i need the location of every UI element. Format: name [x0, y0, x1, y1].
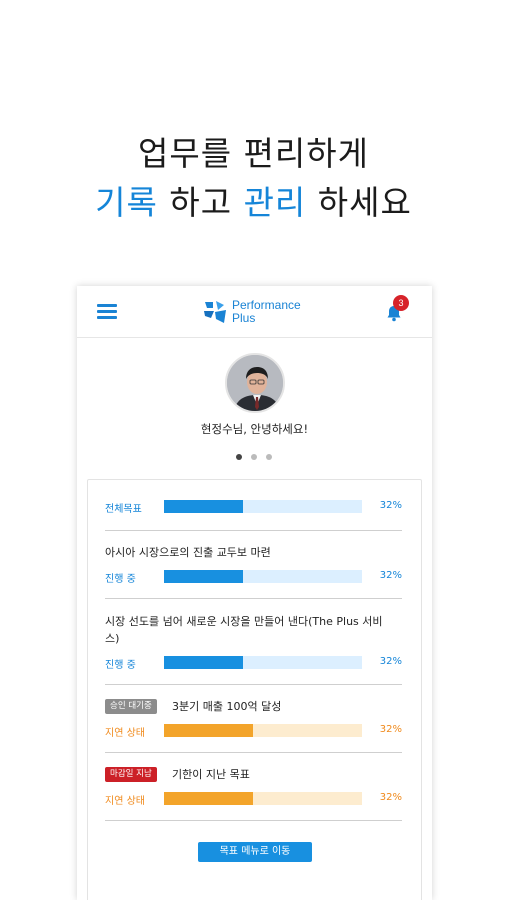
- overall-percent: 32%: [379, 500, 402, 511]
- overdue-badge: 마감일 지남: [105, 767, 157, 782]
- overall-progress-fill: [164, 500, 244, 513]
- goal-progress-bar: [164, 724, 362, 737]
- carousel-indicator: [234, 454, 274, 462]
- divider: [105, 684, 402, 685]
- app-bar: Performance Plus 3: [77, 286, 432, 338]
- app-logo[interactable]: Performance Plus: [202, 297, 312, 327]
- goal-title[interactable]: 아시아 시장으로의 진출 교두보 마련: [105, 544, 395, 561]
- goals-card: 전체목표 32% 아시아 시장으로의 진출 교두보 마련 진행 중 32% 시장…: [87, 479, 422, 900]
- carousel-dot-2[interactable]: [251, 454, 257, 460]
- headline-text-please: 하세요: [306, 183, 412, 222]
- goal-status: 진행 중: [105, 574, 136, 585]
- goal-percent: 32%: [379, 724, 402, 735]
- carousel-dot-3[interactable]: [266, 454, 272, 460]
- headline-accent-manage: 관리: [243, 183, 307, 222]
- goal-progress-fill: [164, 724, 254, 737]
- goal-status: 지연 상태: [105, 796, 145, 807]
- goal-percent: 32%: [379, 656, 402, 667]
- performance-plus-logo-icon: [204, 301, 226, 323]
- goal-percent: 32%: [379, 570, 402, 581]
- overall-goal-label: 전체목표: [105, 504, 142, 515]
- goal-progress-bar: [164, 570, 362, 583]
- headline-text-do: 하고: [157, 183, 244, 222]
- divider: [105, 752, 402, 753]
- goal-status: 지연 상태: [105, 728, 145, 739]
- avatar[interactable]: [225, 353, 285, 413]
- goal-status: 진행 중: [105, 660, 136, 671]
- notification-count-badge: 3: [393, 295, 409, 311]
- goal-progress-fill: [164, 656, 244, 669]
- carousel-dot-1[interactable]: [236, 454, 242, 460]
- divider: [105, 530, 402, 531]
- goal-title[interactable]: 기한이 지난 목표: [172, 766, 432, 783]
- logo-text-line2: Plus: [232, 310, 256, 325]
- overall-progress-bar: [164, 500, 362, 513]
- headline-line-2: 기록 하고 관리 하세요: [0, 176, 507, 224]
- divider: [105, 820, 402, 821]
- headline-line-1: 업무를 편리하게: [137, 134, 369, 173]
- goal-progress-bar: [164, 792, 362, 805]
- approval-pending-badge: 승인 대기중: [105, 699, 157, 714]
- goal-title[interactable]: 시장 선도를 넘어 새로운 시장을 만들어 낸다(The Plus 서비스): [105, 613, 395, 647]
- avatar-photo: [227, 355, 283, 411]
- headline-accent-record: 기록: [95, 183, 158, 222]
- go-to-goals-menu-button[interactable]: 목표 메뉴로 이동: [198, 842, 312, 862]
- goal-progress-fill: [164, 570, 244, 583]
- goal-percent: 32%: [379, 792, 402, 803]
- divider: [105, 598, 402, 599]
- hamburger-menu-icon[interactable]: [97, 304, 117, 319]
- logo-text-line1: Performance: [232, 298, 301, 312]
- goal-progress-fill: [164, 792, 254, 805]
- greeting-text: 현정수님, 안녕하세요!: [200, 422, 309, 436]
- goal-progress-bar: [164, 656, 362, 669]
- app-screen: Performance Plus 3 현정수님, 안녕하세요! 전체목표 32%…: [77, 286, 432, 900]
- goal-title[interactable]: 3분기 매출 100억 달성: [172, 698, 432, 715]
